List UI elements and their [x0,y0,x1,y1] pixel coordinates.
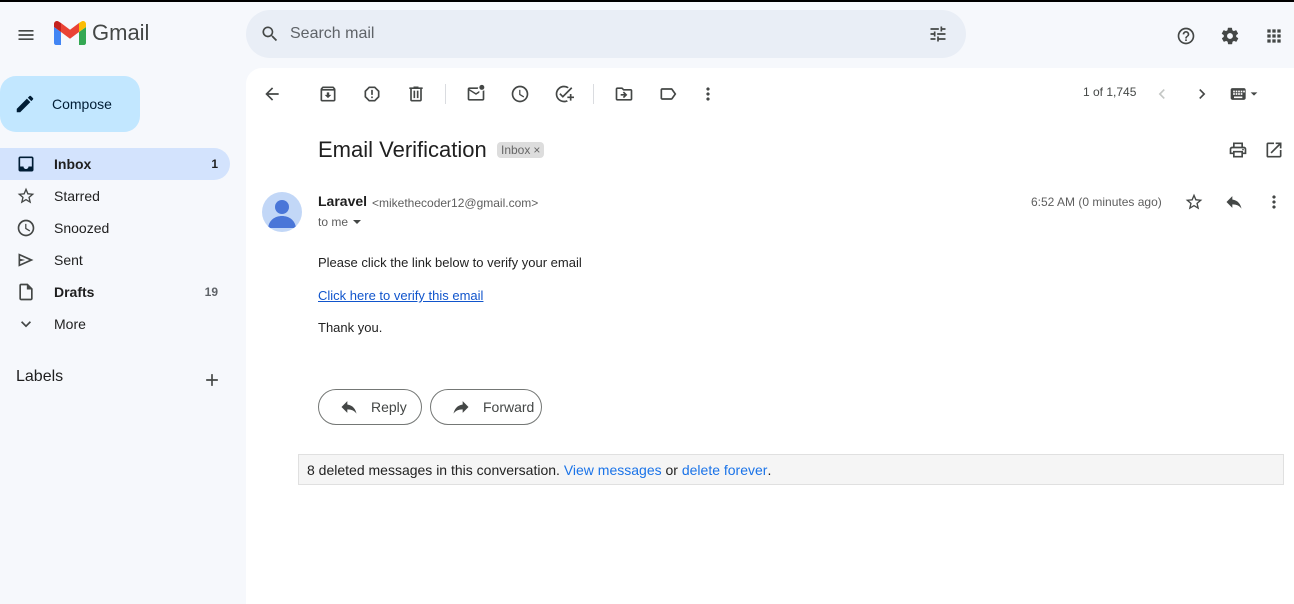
sidebar-item-label: Inbox [54,156,92,172]
sidebar-item-drafts[interactable]: Drafts 19 [0,276,230,308]
period-text: . [767,461,772,478]
archive-icon[interactable] [316,82,340,106]
remove-label-close-icon[interactable]: × [533,143,540,157]
sidebar-item-more[interactable]: More [0,308,230,340]
report-spam-icon[interactable] [360,82,384,106]
label-tag-icon[interactable] [656,82,680,106]
add-label-plus-icon[interactable] [200,368,224,392]
inbox-icon [16,154,36,174]
sidebar-item-label: More [54,316,86,332]
compose-button[interactable]: Compose [0,76,140,132]
recipient-details[interactable]: to me [318,215,362,229]
email-body-line: Please click the link below to verify yo… [318,255,582,270]
snooze-clock-icon[interactable] [508,82,532,106]
search-icon[interactable] [258,22,282,46]
caret-down-icon [353,220,362,224]
toolbar-divider [445,84,446,104]
sidebar-item-label: Drafts [54,284,95,300]
toolbar-divider [593,84,594,104]
email-signoff: Thank you. [318,320,383,335]
search-bar[interactable] [246,10,966,58]
sender-avatar[interactable] [262,192,302,232]
view-messages-link[interactable]: View messages [564,462,662,478]
forward-arrow-icon [453,401,469,414]
or-text: or [661,461,682,478]
label-chip-text: Inbox [501,143,531,157]
delete-trash-icon[interactable] [404,82,428,106]
gmail-logo[interactable]: Gmail [54,20,149,46]
search-options-icon[interactable] [926,22,950,46]
main-menu-icon[interactable] [14,23,38,47]
chevron-down-icon [16,314,36,334]
sidebar-item-snoozed[interactable]: Snoozed [0,212,230,244]
message-more-vert-icon[interactable] [1262,190,1286,214]
unread-count: 1 [211,157,218,171]
sidebar-item-label: Snoozed [54,220,110,236]
sender-email: <mikethecoder12@gmail.com> [372,196,539,210]
more-vert-icon[interactable] [696,82,720,106]
back-arrow-icon[interactable] [260,82,284,106]
verify-email-link[interactable]: Click here to verify this email [318,288,483,303]
reply-label: Reply [371,399,407,415]
labels-heading: Labels [16,368,64,385]
reply-icon[interactable] [1222,190,1246,214]
reply-button[interactable]: Reply [318,389,422,425]
help-icon[interactable] [1174,24,1198,48]
sidebar-item-sent[interactable]: Sent [0,244,230,276]
compose-label: Compose [52,96,112,112]
send-icon [16,250,36,270]
forward-button[interactable]: Forward [430,389,542,425]
gmail-logo-text: Gmail [92,20,150,45]
google-apps-icon[interactable] [1262,24,1286,48]
search-input[interactable] [290,24,890,44]
person-icon [268,200,296,228]
sidebar-item-starred[interactable]: Starred [0,180,230,212]
drafts-count: 19 [204,285,218,299]
pagination-counter: 1 of 1,745 [1083,85,1137,99]
email-subject: Email Verification [318,137,487,162]
clock-icon [16,218,36,238]
sidebar-item-inbox[interactable]: Inbox 1 [0,148,230,180]
sidebar-item-label: Sent [54,252,83,268]
delete-forever-link[interactable]: delete forever [682,462,768,478]
chevron-left-icon[interactable] [1150,82,1174,106]
message-timestamp: 6:52 AM (0 minutes ago) [1031,195,1162,209]
forward-label: Forward [483,399,535,415]
print-icon[interactable] [1226,138,1250,162]
settings-gear-icon[interactable] [1218,24,1242,48]
open-in-new-window-icon[interactable] [1262,138,1286,162]
input-tools-keyboard-icon[interactable] [1226,82,1262,106]
mark-unread-icon[interactable] [464,82,488,106]
reply-arrow-icon [341,401,357,414]
sender-name[interactable]: Laravel [318,193,367,209]
inbox-label-chip[interactable]: Inbox × [497,142,545,158]
pencil-icon [16,95,34,113]
recipient-text: to me [318,215,349,229]
gmail-m-icon [54,21,86,45]
deleted-notice-text: 8 deleted messages in this conversation. [307,461,564,478]
message-view: 1 of 1,745 Email Verification Inbox × La… [246,68,1294,604]
deleted-messages-notice: 8 deleted messages in this conversation.… [298,454,1284,485]
chevron-right-icon[interactable] [1190,82,1214,106]
star-icon [16,186,36,206]
move-to-folder-icon[interactable] [612,82,636,106]
sidebar-item-label: Starred [54,188,100,204]
star-icon[interactable] [1182,190,1206,214]
add-to-tasks-icon[interactable] [552,82,576,106]
draft-file-icon [16,282,36,302]
